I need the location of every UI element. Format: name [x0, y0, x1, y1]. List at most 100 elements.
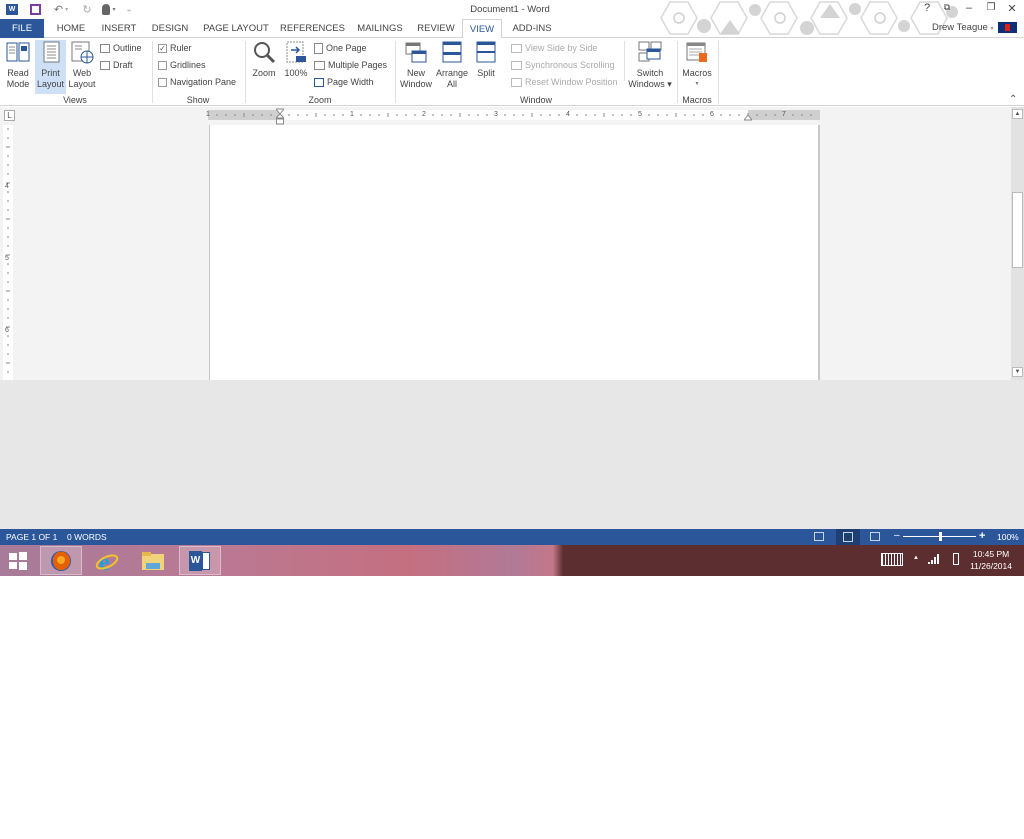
touch-mode-icon[interactable]: ▾: [98, 2, 120, 16]
tab-page-layout[interactable]: PAGE LAYOUT: [200, 19, 272, 38]
vertical-scrollbar[interactable]: ▲ ▼: [1011, 107, 1024, 380]
word-logo-icon[interactable]: W: [5, 2, 19, 16]
close-button[interactable]: ✕: [1003, 2, 1021, 15]
group-divider: [395, 41, 396, 103]
switch-windows-label-2: Windows ▾: [628, 79, 672, 89]
zoom-100-button[interactable]: 100%: [282, 40, 310, 94]
tab-view[interactable]: VIEW: [462, 19, 502, 39]
undo-icon[interactable]: ↶ ▾: [50, 2, 72, 16]
tab-insert[interactable]: INSERT: [98, 19, 140, 38]
vertical-ruler[interactable]: 4 5 6: [3, 125, 13, 380]
right-indent-marker[interactable]: [742, 113, 754, 121]
taskbar-firefox[interactable]: [40, 546, 82, 575]
ribbon-display-options-button[interactable]: ⧉: [938, 2, 956, 13]
one-page-button[interactable]: One Page: [314, 41, 367, 55]
taskbar-file-explorer[interactable]: [132, 546, 174, 575]
view-side-by-side-button[interactable]: View Side by Side: [511, 41, 597, 55]
draft-button[interactable]: Draft: [100, 58, 133, 72]
view-side-by-side-icon: [511, 43, 522, 53]
switch-windows-button[interactable]: Switch Windows ▾: [627, 40, 673, 94]
reset-window-position-button[interactable]: Reset Window Position: [511, 75, 618, 89]
taskbar-internet-explorer[interactable]: e: [86, 546, 128, 575]
restore-button[interactable]: ❐: [982, 2, 1000, 13]
zoom-in-button[interactable]: +: [979, 530, 985, 542]
tab-selector-button[interactable]: L: [4, 110, 15, 121]
arrange-all-button[interactable]: Arrange All: [436, 40, 468, 94]
group-divider: [245, 41, 246, 103]
zoom-label: Zoom: [252, 68, 276, 78]
tab-add-ins[interactable]: ADD-INS: [508, 19, 556, 38]
horizontal-ruler[interactable]: 1 1 2 3 4 5 6 7: [206, 110, 820, 120]
web-layout-view-icon[interactable]: [870, 532, 880, 541]
indent-marker[interactable]: [274, 108, 286, 125]
navigation-pane-checkbox[interactable]: Navigation Pane: [158, 75, 236, 89]
tab-home[interactable]: HOME: [50, 19, 92, 38]
scroll-up-button[interactable]: ▲: [1012, 109, 1023, 119]
switch-windows-label-1: Switch: [636, 68, 664, 78]
minimize-button[interactable]: –: [960, 2, 978, 14]
arrange-all-label-1: Arrange: [436, 68, 469, 78]
views-group-label: Views: [63, 95, 87, 105]
zoom-level[interactable]: 100%: [997, 532, 1019, 542]
web-layout-button[interactable]: Web Layout: [67, 40, 97, 94]
tab-mailings[interactable]: MAILINGS: [352, 19, 408, 38]
group-divider: [718, 41, 719, 103]
chevron-down-icon: ▾: [695, 81, 699, 87]
clock[interactable]: 10:45 PM 11/26/2014: [970, 548, 1012, 572]
print-layout-button[interactable]: Print Layout: [35, 40, 66, 94]
tab-file[interactable]: FILE: [0, 19, 44, 38]
checkbox-unchecked-icon: [158, 77, 167, 87]
outline-button[interactable]: Outline: [100, 41, 142, 55]
help-button[interactable]: ?: [918, 2, 936, 14]
scroll-down-button[interactable]: ▼: [1012, 367, 1023, 377]
ruler-number: 4: [5, 183, 9, 190]
split-label: Split: [477, 68, 495, 78]
word-count[interactable]: 0 WORDS: [67, 532, 107, 542]
outline-icon: [100, 43, 110, 53]
multiple-pages-label: Multiple Pages: [328, 60, 388, 70]
gridlines-checkbox[interactable]: Gridlines: [158, 58, 206, 72]
zoom-button[interactable]: Zoom: [250, 40, 278, 94]
read-mode-view-icon[interactable]: [814, 532, 824, 541]
scrollbar-thumb[interactable]: [1012, 192, 1023, 269]
zoom-group-label: Zoom: [308, 95, 332, 105]
page-width-button[interactable]: Page Width: [314, 75, 374, 89]
read-mode-button[interactable]: Read Mode: [3, 40, 33, 94]
collapse-ribbon-icon[interactable]: ⌃: [1009, 94, 1017, 105]
redo-icon[interactable]: ↻: [80, 2, 94, 16]
draft-icon: [100, 60, 110, 70]
tab-review[interactable]: REVIEW: [414, 19, 458, 38]
zoom-100-icon: [284, 40, 308, 64]
ruler-label: Ruler: [170, 43, 192, 53]
page-count[interactable]: PAGE 1 OF 1: [6, 532, 57, 542]
group-divider: [152, 41, 153, 103]
group-divider: [624, 41, 625, 81]
zoom-out-button[interactable]: –: [894, 530, 900, 541]
word-icon: W: [189, 550, 211, 571]
tab-references[interactable]: REFERENCES: [280, 19, 345, 38]
taskbar-word[interactable]: W: [179, 546, 221, 575]
ribbon: Read Mode Print Layout Web Layout Outlin…: [0, 38, 1024, 106]
tab-design[interactable]: DESIGN: [148, 19, 192, 38]
ruler-number: 2: [422, 111, 426, 118]
folder-icon: [142, 551, 164, 570]
zoom-slider-thumb[interactable]: [938, 532, 942, 541]
start-button[interactable]: [0, 546, 36, 575]
new-window-button[interactable]: New Window: [398, 40, 434, 94]
web-layout-icon: [70, 40, 94, 64]
network-signal-icon[interactable]: [928, 554, 940, 566]
keyboard-icon[interactable]: [881, 553, 903, 566]
save-icon[interactable]: [28, 2, 42, 16]
show-hidden-icons-button[interactable]: ▲: [913, 555, 919, 561]
read-mode-icon: [6, 40, 30, 64]
document-page[interactable]: [209, 125, 820, 380]
multiple-pages-button[interactable]: Multiple Pages: [314, 58, 387, 72]
synchronous-scrolling-button[interactable]: Synchronous Scrolling: [511, 58, 615, 72]
ruler-checkbox[interactable]: ✓ Ruler: [158, 41, 192, 55]
web-layout-label-1: Web: [72, 68, 92, 78]
battery-icon[interactable]: [953, 553, 959, 565]
macros-button[interactable]: Macros ▾: [680, 40, 714, 94]
web-layout-label-2: Layout: [68, 79, 96, 89]
customize-icon[interactable]: ₌: [124, 2, 134, 16]
split-button[interactable]: Split: [472, 40, 500, 94]
